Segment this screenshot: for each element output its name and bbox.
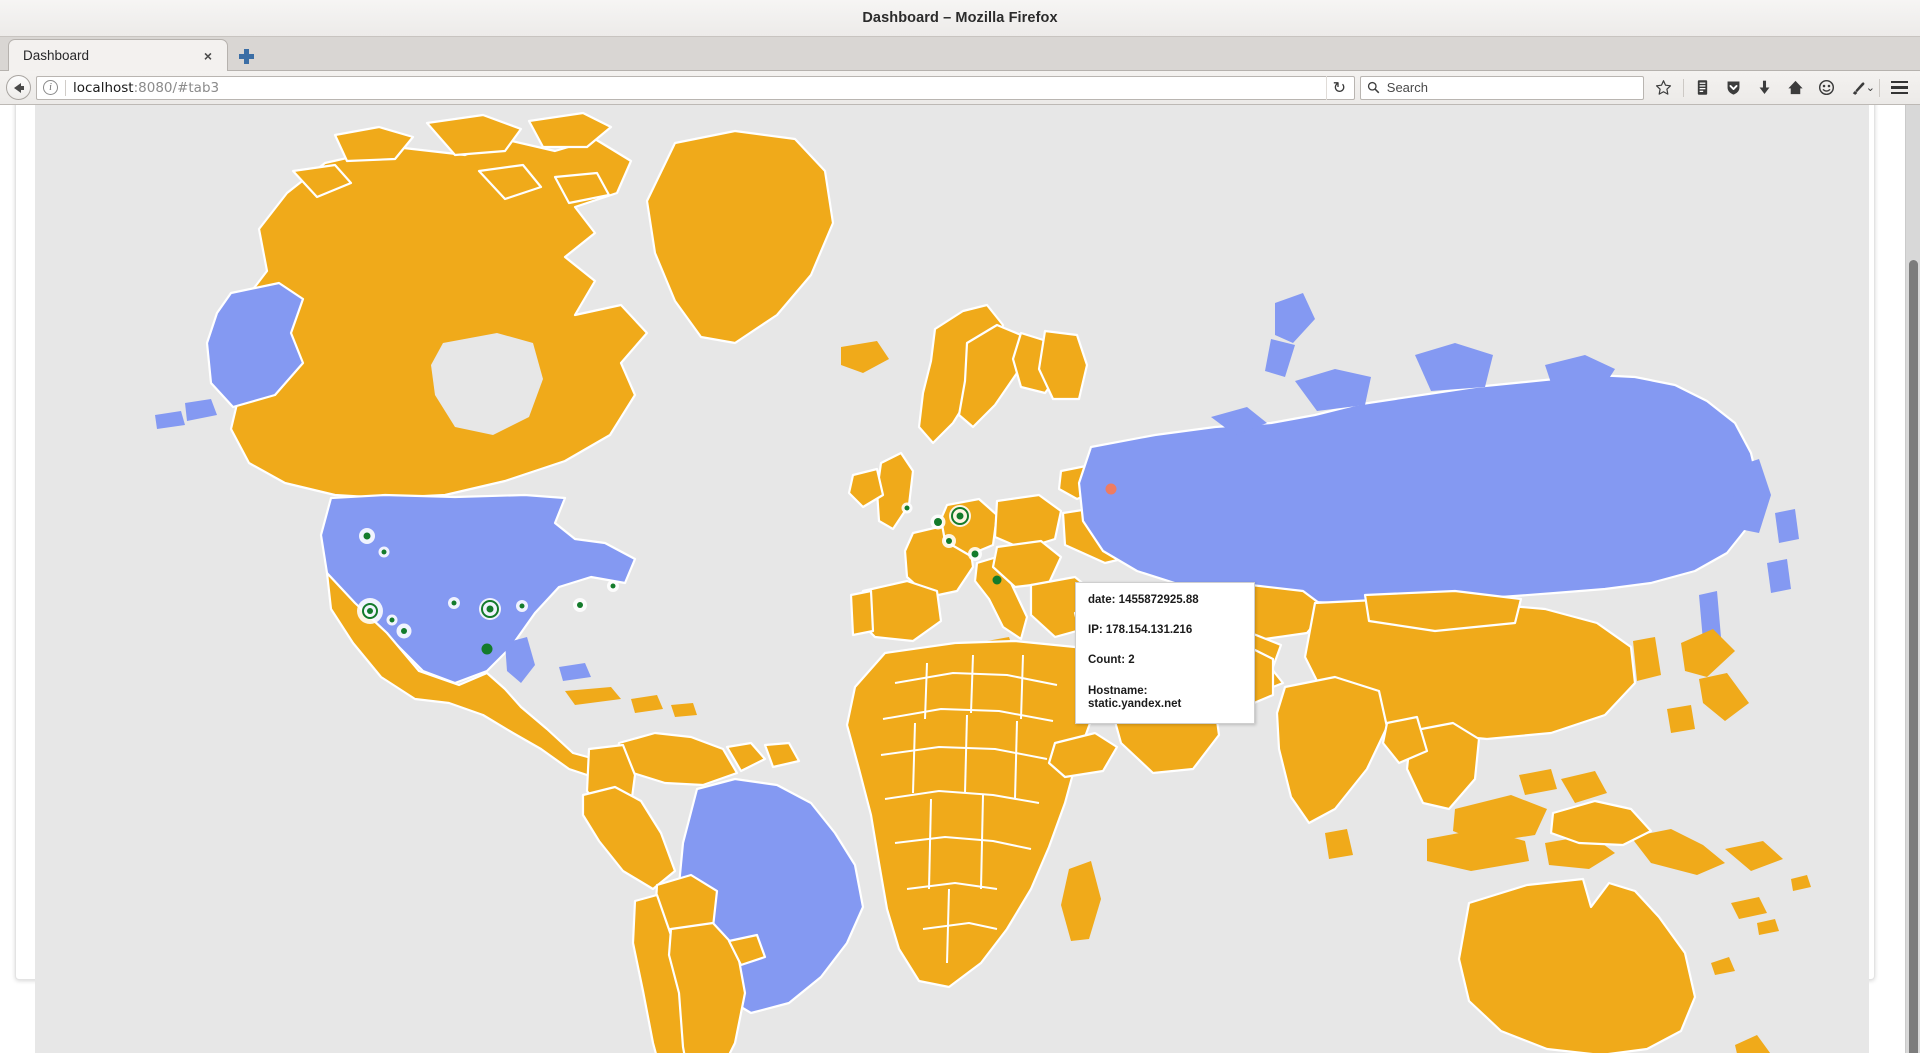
downloads-icon[interactable] [1750, 74, 1780, 102]
marker-dot[interactable] [382, 550, 387, 555]
toolbar-separator [1683, 79, 1684, 97]
scrollbar-thumb[interactable] [1909, 260, 1918, 1053]
info-icon[interactable]: i [43, 80, 58, 95]
world-map[interactable] [35, 105, 1869, 1053]
marker-dot[interactable] [905, 506, 910, 511]
search-placeholder: Search [1387, 80, 1428, 95]
marker-dot[interactable] [577, 602, 583, 608]
plus-icon [239, 49, 254, 64]
sync-account-icon[interactable] [1812, 74, 1842, 102]
world-map-svg[interactable] [35, 105, 1869, 1053]
url-bar[interactable]: i localhost:8080/#tab3 ↻ [36, 76, 1355, 100]
window-titlebar: Dashboard – Mozilla Firefox [0, 0, 1920, 37]
page-content: date: 1455872925.88 IP: 178.154.131.216 … [0, 105, 1920, 1053]
marker-dot[interactable] [520, 604, 525, 609]
back-button[interactable] [6, 75, 31, 100]
tab-strip: Dashboard × [0, 37, 1920, 71]
navigation-toolbar: i localhost:8080/#tab3 ↻ Search [0, 71, 1920, 105]
tab-dashboard[interactable]: Dashboard × [8, 39, 228, 71]
bookmark-star-icon[interactable] [1649, 74, 1679, 102]
tooltip-ip: IP: 178.154.131.216 [1088, 624, 1242, 637]
marker-dot[interactable] [364, 533, 371, 540]
new-tab-button[interactable] [230, 41, 262, 71]
chevron-down-icon[interactable]: ⌄ [1866, 81, 1875, 94]
toolbar-icons: ⌄ [1649, 74, 1914, 102]
marker-dot[interactable] [401, 628, 407, 634]
url-separator [65, 80, 66, 96]
marker-dot[interactable] [482, 644, 493, 655]
marker-dot[interactable] [934, 518, 942, 526]
reader-list-icon[interactable] [1688, 74, 1718, 102]
marker-dot[interactable] [367, 608, 373, 614]
vertical-scrollbar[interactable] [1905, 105, 1920, 1053]
alert-marker[interactable] [1106, 484, 1117, 495]
marker-dot[interactable] [611, 584, 616, 589]
marker-dot[interactable] [487, 606, 494, 613]
tooltip-count: Count: 2 [1088, 654, 1242, 667]
marker-dot[interactable] [390, 618, 395, 623]
home-icon[interactable] [1781, 74, 1811, 102]
marker-dot[interactable] [993, 576, 1002, 585]
map-tooltip: date: 1455872925.88 IP: 178.154.131.216 … [1075, 582, 1255, 724]
back-arrow-icon [14, 83, 21, 93]
marker-dot[interactable] [972, 551, 979, 558]
search-bar[interactable]: Search [1360, 76, 1644, 100]
url-path: :8080/#tab3 [134, 80, 220, 96]
reload-icon[interactable]: ↻ [1326, 76, 1352, 100]
close-icon[interactable]: × [199, 47, 217, 65]
search-icon [1367, 81, 1380, 94]
toolbar-separator-2 [1879, 79, 1880, 97]
tooltip-hostname: Hostname: static.yandex.net [1088, 685, 1242, 711]
marker-dot[interactable] [957, 513, 964, 520]
tab-title: Dashboard [23, 48, 199, 63]
marker-dot[interactable] [452, 601, 457, 606]
url-host: localhost [73, 80, 134, 96]
hamburger-menu-icon[interactable] [1884, 74, 1914, 102]
url-text: localhost:8080/#tab3 [73, 80, 1326, 96]
pocket-shield-icon[interactable] [1719, 74, 1749, 102]
window-title: Dashboard – Mozilla Firefox [862, 10, 1057, 26]
tooltip-date: date: 1455872925.88 [1088, 594, 1242, 607]
marker-dot[interactable] [946, 538, 952, 544]
